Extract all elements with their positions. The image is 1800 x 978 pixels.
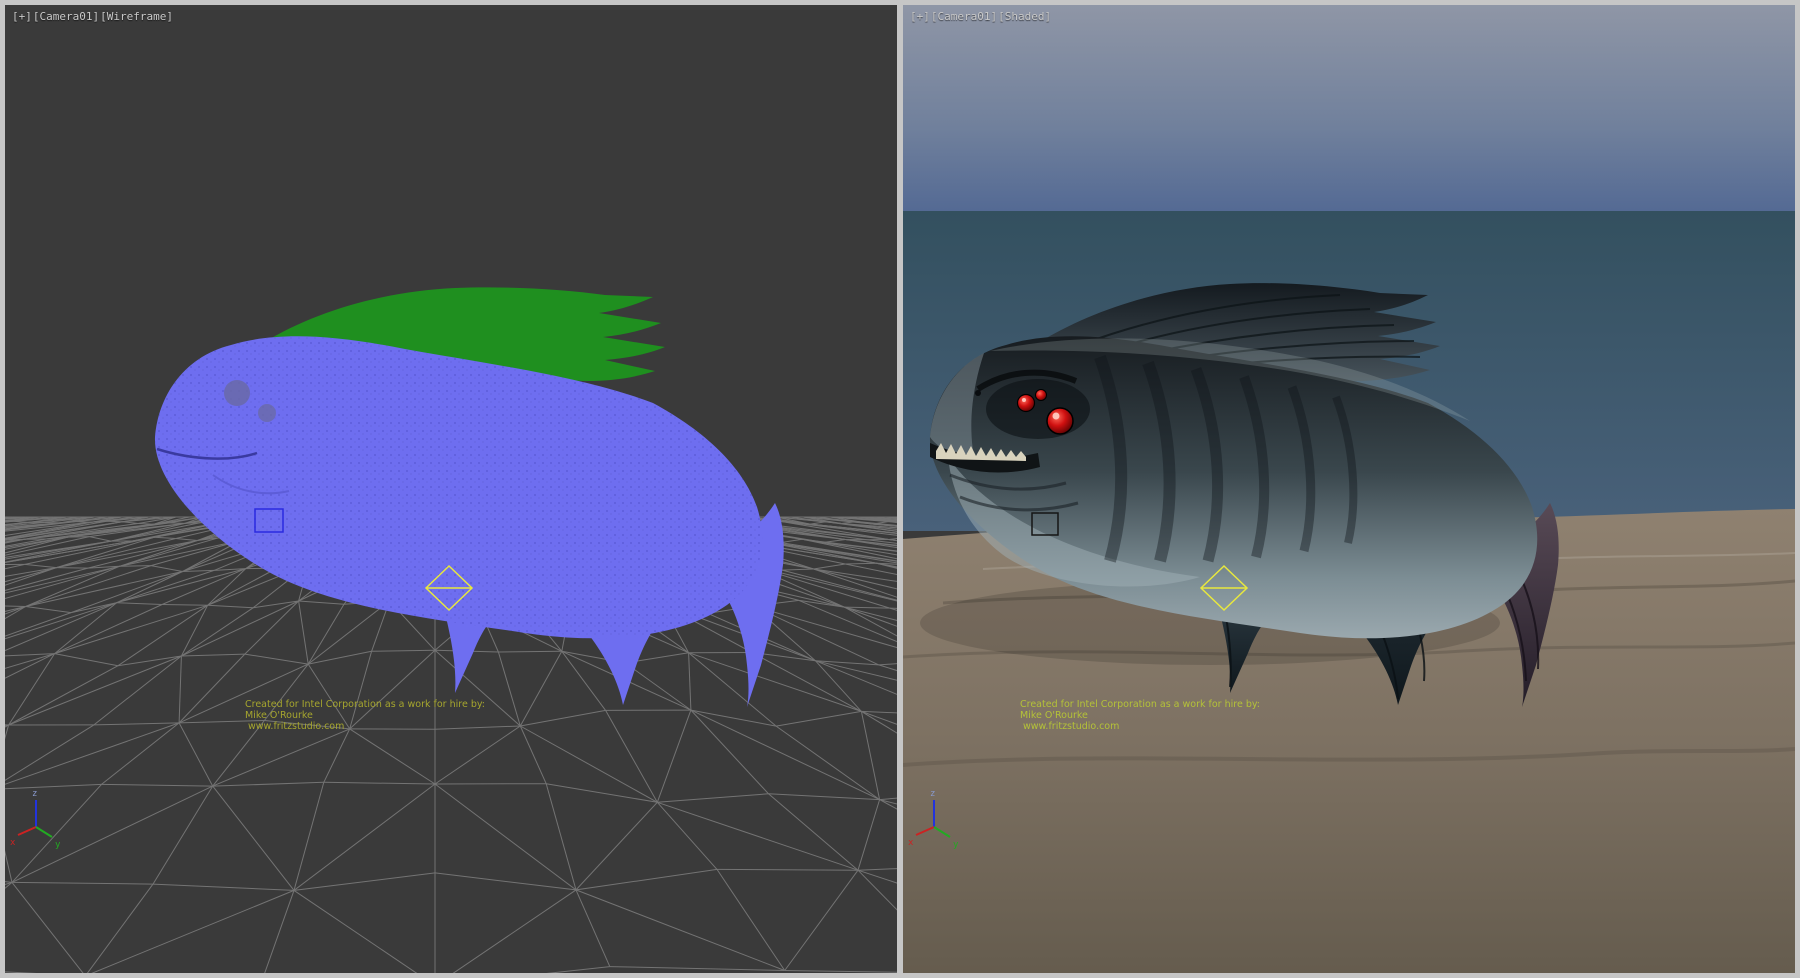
axis-label-x: x xyxy=(10,838,16,848)
credit-line-2: Mike O'Rourke xyxy=(245,710,313,721)
viewport-label: [+] [Camera01] [Wireframe] xyxy=(12,10,173,23)
viewport-canvas-wireframe[interactable]: Created for Intel Corporation as a work … xyxy=(5,5,897,973)
viewport-layout: [+] [Camera01] [Wireframe] xyxy=(0,0,1800,978)
credit-line-2: Mike O'Rourke xyxy=(1020,710,1088,721)
viewport-menu-camera[interactable]: [Camera01] xyxy=(931,10,997,23)
axis-label-z: z xyxy=(930,789,935,799)
credit-line-3: www.fritzstudio.com xyxy=(248,721,344,732)
viewport-menu-shading[interactable]: [Wireframe] xyxy=(100,10,173,23)
viewport-wireframe[interactable]: [+] [Camera01] [Wireframe] xyxy=(5,5,897,973)
viewport-shaded[interactable]: [+] [Camera01] [Shaded] xyxy=(903,5,1795,973)
credit-line-3: www.fritzstudio.com xyxy=(1023,721,1119,732)
axis-label-y: y xyxy=(55,840,61,850)
credit-line-1: Created for Intel Corporation as a work … xyxy=(245,699,485,710)
eye-socket xyxy=(986,379,1090,439)
sky xyxy=(903,5,1795,211)
viewport-canvas-shaded[interactable]: Created for Intel Corporation as a work … xyxy=(903,5,1795,973)
credit-line-1: Created for Intel Corporation as a work … xyxy=(1020,699,1260,710)
eye-mid-glint xyxy=(1022,398,1026,402)
eye-spot-small xyxy=(258,404,276,422)
nostril xyxy=(975,390,981,396)
eye-spot-large xyxy=(224,380,250,406)
eye-large xyxy=(1047,408,1073,434)
eye-small xyxy=(1036,390,1047,401)
viewport-menu-plus[interactable]: [+] xyxy=(12,10,32,23)
axis-label-y: y xyxy=(953,840,959,850)
viewport-label: [+] [Camera01] [Shaded] xyxy=(910,10,1051,23)
viewport-menu-plus[interactable]: [+] xyxy=(910,10,930,23)
viewport-menu-shading[interactable]: [Shaded] xyxy=(998,10,1051,23)
eye-large-glint xyxy=(1053,413,1060,420)
viewport-menu-camera[interactable]: [Camera01] xyxy=(33,10,99,23)
axis-label-x: x xyxy=(908,838,914,848)
eye-mid xyxy=(1018,395,1035,412)
axis-label-z: z xyxy=(32,789,37,799)
